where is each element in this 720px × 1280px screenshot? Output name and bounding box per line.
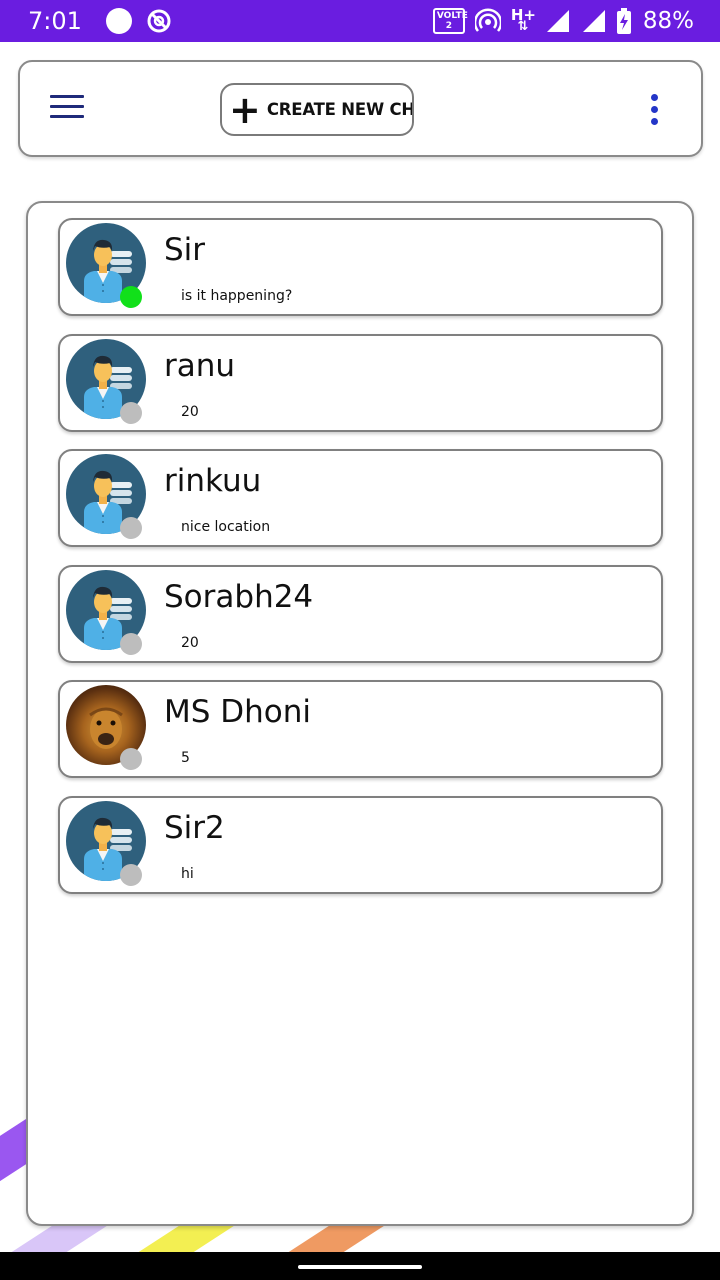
home-gesture-pill[interactable] — [298, 1265, 422, 1269]
navigation-bar — [0, 1252, 720, 1280]
chat-list-item[interactable]: MS Dhoni 5 — [58, 680, 663, 778]
offline-status-icon — [120, 748, 142, 770]
chat-contact-name: Sir2 — [164, 809, 225, 846]
battery-percent: 88% — [642, 8, 694, 34]
signal-strength-icon — [546, 10, 569, 32]
create-new-chat-label: CREATE NEW CHAT — [266, 100, 414, 119]
volte-label: VOLTE — [436, 11, 468, 21]
chat-list-item[interactable]: Sir is it happening? — [58, 218, 663, 316]
data-saver-icon — [147, 9, 171, 33]
offline-status-icon — [120, 863, 142, 886]
chat-list-item[interactable]: ranu 20 — [58, 333, 663, 432]
signal-strength-2-icon — [582, 10, 605, 32]
status-time: 7:01 — [28, 7, 82, 35]
chat-last-message: 20 — [181, 634, 199, 651]
more-vert-icon[interactable] — [649, 94, 659, 128]
chat-contact-name: ranu — [164, 347, 236, 384]
chat-contact-name: Sorabh24 — [164, 578, 314, 615]
chat-last-message: is it happening? — [181, 288, 293, 304]
hotspot-icon — [474, 8, 501, 32]
chat-contact-name: rinkuu — [164, 463, 262, 499]
chat-last-message: hi — [181, 865, 194, 882]
chat-list: Sir is it happening? ranu 20 rinkuu nice lo… — [58, 218, 663, 911]
offline-status-icon — [120, 632, 142, 655]
offline-status-icon — [120, 517, 142, 539]
volte-icon: VOLTE 2 — [432, 8, 468, 34]
chat-list-panel: Sir is it happening? ranu 20 rinkuu nice lo… — [26, 201, 694, 1226]
volte-sub: 2 — [445, 21, 452, 31]
chat-contact-name: MS Dhoni — [164, 694, 312, 730]
chat-last-message: 5 — [181, 750, 190, 766]
chat-list-item[interactable]: Sir2 hi — [58, 795, 663, 894]
status-bar: 7:01 VOLTE 2 H+ ⇅ 88% — [0, 0, 720, 42]
toolbar: + CREATE NEW CHAT — [18, 60, 703, 157]
offline-status-icon — [120, 401, 142, 424]
chat-list-item[interactable]: rinkuu nice location — [58, 449, 663, 547]
hamburger-menu-icon[interactable] — [50, 95, 84, 123]
chat-last-message: nice location — [181, 519, 271, 535]
chat-contact-name: Sir — [164, 232, 206, 268]
plus-icon: + — [229, 87, 261, 132]
notification-dot-icon — [105, 8, 132, 34]
status-icons: VOLTE 2 H+ ⇅ 88% — [432, 8, 694, 34]
network-type-icon: H+ ⇅ — [511, 8, 536, 34]
create-new-chat-button[interactable]: + CREATE NEW CHAT — [220, 83, 414, 136]
chat-list-item[interactable]: Sorabh24 20 — [58, 564, 663, 663]
chat-last-message: 20 — [181, 403, 199, 420]
online-status-icon — [120, 286, 142, 308]
battery-charging-icon — [616, 8, 631, 34]
